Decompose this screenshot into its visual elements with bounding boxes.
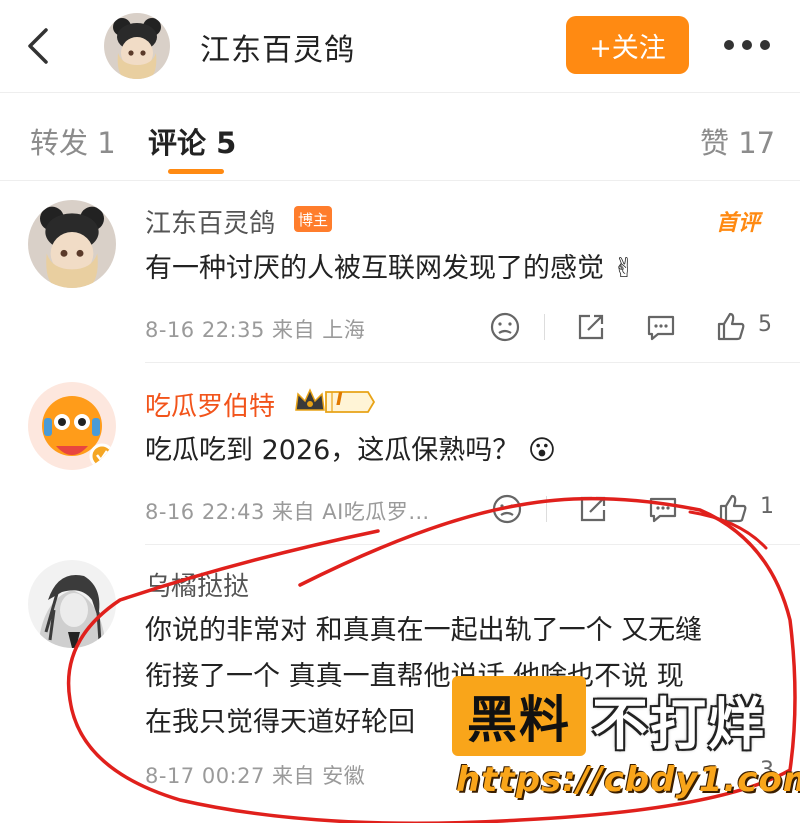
avatar[interactable]: [104, 13, 170, 79]
comment-meta: 8-16 22:43 来自 AI吃瓜罗…: [145, 500, 430, 524]
like-count: 5: [758, 312, 772, 337]
tab-indicator: [168, 169, 224, 174]
vip-crown-badge-icon: [295, 388, 376, 413]
thumbs-up-icon[interactable]: [714, 310, 748, 344]
divider: [544, 314, 545, 340]
tab-reposts[interactable]: 转发 1: [30, 120, 116, 162]
avatar[interactable]: [28, 200, 116, 288]
chevron-left-icon[interactable]: [20, 26, 60, 66]
comment-text: 吃瓜吃到 2026，这瓜保熟吗？ 😮: [145, 435, 557, 466]
top-bar: 江东百灵鸽 +关注: [0, 0, 800, 93]
comment-author[interactable]: 吃瓜罗伯特: [145, 386, 275, 423]
more-dots-icon[interactable]: [722, 38, 772, 52]
tab-bar: 转发 1 评论 5 赞 17: [0, 92, 800, 181]
comment-meta: 8-17 00:27 来自 安徽: [145, 764, 366, 788]
comment-icon[interactable]: [646, 492, 680, 526]
thumbs-up-icon[interactable]: [716, 492, 750, 526]
avatar[interactable]: [28, 382, 116, 470]
comment-text: 有一种讨厌的人被互联网发现了的感觉 ✌: [145, 253, 636, 284]
vip-level: I: [336, 389, 343, 410]
watermark-black-text: 黑料: [467, 691, 571, 749]
watermark-white-text: 不打烊: [592, 693, 766, 758]
comment-actions: 1: [486, 492, 786, 526]
divider: [145, 544, 800, 545]
divider: [546, 496, 547, 522]
page-title: 江东百灵鸽: [200, 33, 355, 68]
follow-button[interactable]: +关注: [566, 16, 689, 74]
comment-author[interactable]: 乌橘挞挞: [145, 566, 249, 603]
avatar[interactable]: [28, 560, 116, 648]
comment-author[interactable]: 江东百灵鸽: [145, 203, 275, 240]
like-count: 1: [760, 494, 774, 519]
share-icon[interactable]: [576, 492, 610, 526]
tab-comments[interactable]: 评论 5: [148, 120, 236, 162]
first-comment-tag: 首评: [716, 211, 761, 236]
divider: [145, 362, 800, 363]
dislike-face-icon[interactable]: [490, 492, 524, 526]
comment-meta: 8-16 22:35 来自 上海: [145, 318, 366, 342]
author-badge: 博主: [294, 206, 332, 232]
dislike-face-icon[interactable]: [488, 310, 522, 344]
comment-actions: 5: [486, 310, 786, 344]
comment-icon[interactable]: [644, 310, 678, 344]
watermark-logo: 黑料: [452, 676, 586, 756]
tab-likes[interactable]: 赞 17: [700, 120, 775, 162]
watermark-url: https://cbdy1.com: [456, 760, 800, 800]
share-icon[interactable]: [574, 310, 608, 344]
comment-text-line: 你说的非常对 和真真在一起出轨了一个 又无缝: [145, 615, 703, 646]
